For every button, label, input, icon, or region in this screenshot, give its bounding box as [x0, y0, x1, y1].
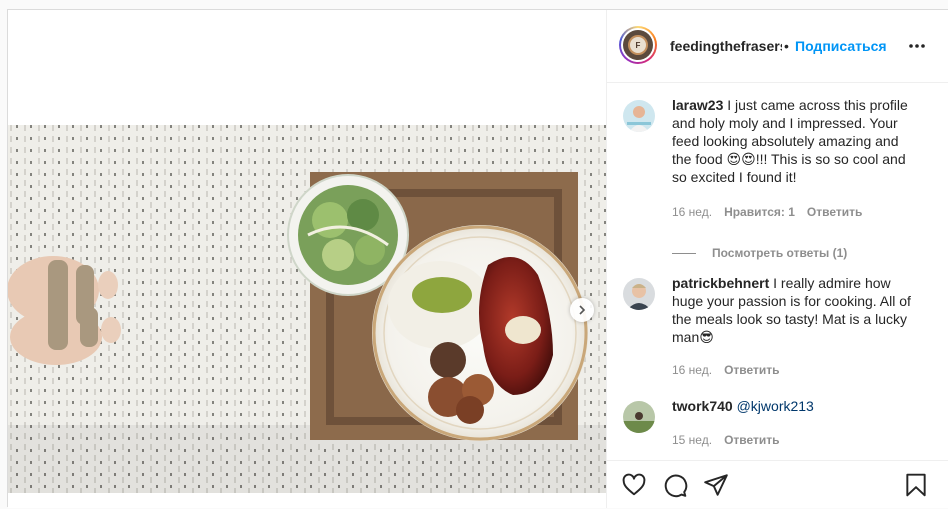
reply-button[interactable]: Ответить	[724, 433, 779, 447]
comment-username[interactable]: twork740	[672, 398, 733, 414]
comment-meta: 15 нед. Ответить	[672, 433, 792, 447]
comment-username[interactable]: patrickbehnert	[672, 275, 769, 291]
heart-icon[interactable]	[621, 472, 647, 498]
view-replies-label: Посмотреть ответы (1)	[712, 246, 848, 260]
commenter-avatar[interactable]	[623, 100, 655, 132]
owner-avatar[interactable]: F	[619, 26, 657, 64]
more-options-icon[interactable]	[907, 40, 927, 52]
post-media	[8, 10, 606, 508]
post-container: F feedingthefrasers • Подписаться laraw2…	[7, 9, 948, 508]
post-photo[interactable]	[8, 125, 606, 493]
comment-icon[interactable]	[662, 472, 688, 498]
paper-plane-icon[interactable]	[703, 472, 729, 498]
commenter-avatar[interactable]	[623, 278, 655, 310]
owner-logo: F	[628, 35, 648, 55]
comment-likes[interactable]: Нравится: 1	[724, 205, 795, 219]
comment-text: laraw23 I just came across this profile …	[672, 96, 920, 186]
comment-meta: 16 нед. Ответить	[672, 363, 792, 377]
food-photo-illustration	[8, 125, 606, 493]
view-replies-button[interactable]: Посмотреть ответы (1)	[672, 246, 847, 260]
post-actions-bar	[607, 460, 948, 509]
separator-dot: •	[784, 38, 789, 54]
post-header: F feedingthefrasers • Подписаться	[607, 10, 948, 83]
comment-time[interactable]: 16 нед.	[672, 363, 712, 377]
next-photo-button[interactable]	[570, 298, 594, 322]
comment-username[interactable]: laraw23	[672, 97, 723, 113]
chevron-right-icon	[579, 305, 586, 315]
comment-meta: 16 нед. Нравится: 1 Ответить	[672, 205, 874, 219]
follow-button[interactable]: Подписаться	[795, 38, 887, 54]
mention-link[interactable]: @kjwork213	[737, 398, 814, 414]
emoji: 😎	[699, 329, 714, 345]
post-sidebar: F feedingthefrasers • Подписаться laraw2…	[606, 10, 948, 508]
bookmark-icon[interactable]	[903, 472, 929, 498]
comment-text: twork740 @kjwork213	[672, 397, 920, 415]
reply-button[interactable]: Ответить	[807, 205, 862, 219]
replies-line	[672, 252, 696, 254]
comment-time[interactable]: 15 нед.	[672, 433, 712, 447]
owner-username[interactable]: feedingthefrasers	[670, 38, 782, 54]
reply-button[interactable]: Ответить	[724, 363, 779, 377]
emoji: 😍😍	[726, 151, 756, 167]
comment-text: patrickbehnert I really admire how huge …	[672, 274, 920, 346]
commenter-avatar[interactable]	[623, 401, 655, 433]
comment-time[interactable]: 16 нед.	[672, 205, 712, 219]
